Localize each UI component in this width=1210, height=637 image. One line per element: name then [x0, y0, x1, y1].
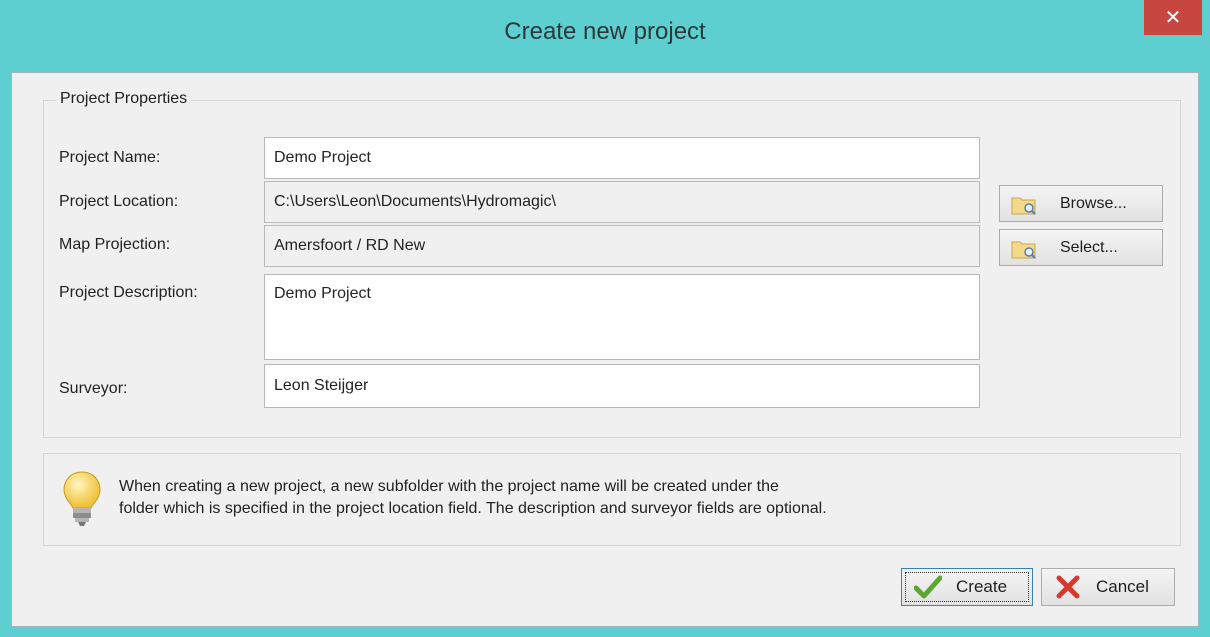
- folder-search-icon: [1011, 238, 1037, 259]
- map-projection-label: Map Projection:: [59, 236, 171, 253]
- project-properties-group: Project Properties Project Name: Project…: [43, 90, 1181, 438]
- close-button[interactable]: ✕: [1144, 0, 1202, 35]
- cancel-button-label: Cancel: [1096, 577, 1149, 596]
- cancel-x-icon: [1054, 575, 1082, 599]
- map-projection-input[interactable]: [264, 225, 980, 267]
- project-name-input[interactable]: [264, 137, 980, 179]
- cancel-button[interactable]: Cancel: [1041, 568, 1175, 606]
- folder-search-icon: [1011, 194, 1037, 215]
- title-bar[interactable]: Create new project ✕: [0, 0, 1210, 72]
- create-button[interactable]: Create: [901, 568, 1033, 606]
- info-line-2: folder which is specified in the project…: [119, 500, 827, 517]
- info-text: When creating a new project, a new subfo…: [119, 476, 1159, 520]
- checkmark-icon: [913, 575, 943, 599]
- lightbulb-icon: [62, 470, 102, 530]
- project-description-label: Project Description:: [59, 284, 198, 301]
- surveyor-input[interactable]: [264, 364, 980, 408]
- select-projection-button[interactable]: Select...: [999, 229, 1163, 266]
- browse-button[interactable]: Browse...: [999, 185, 1163, 222]
- dialog-window: Create new project ✕ Project Properties …: [0, 0, 1210, 637]
- info-line-1: When creating a new project, a new subfo…: [119, 478, 779, 495]
- project-name-label: Project Name:: [59, 149, 161, 166]
- browse-button-label: Browse...: [1060, 194, 1127, 212]
- select-button-label: Select...: [1060, 238, 1118, 256]
- surveyor-label: Surveyor:: [59, 380, 128, 397]
- dialog-title: Create new project: [504, 18, 706, 45]
- dialog-body: Project Properties Project Name: Project…: [11, 72, 1199, 627]
- project-description-input[interactable]: Demo Project: [264, 274, 980, 360]
- project-location-label: Project Location:: [59, 193, 179, 210]
- info-panel: When creating a new project, a new subfo…: [43, 453, 1181, 546]
- close-icon: ✕: [1164, 7, 1182, 29]
- group-title: Project Properties: [56, 90, 192, 108]
- project-location-input[interactable]: [264, 181, 980, 223]
